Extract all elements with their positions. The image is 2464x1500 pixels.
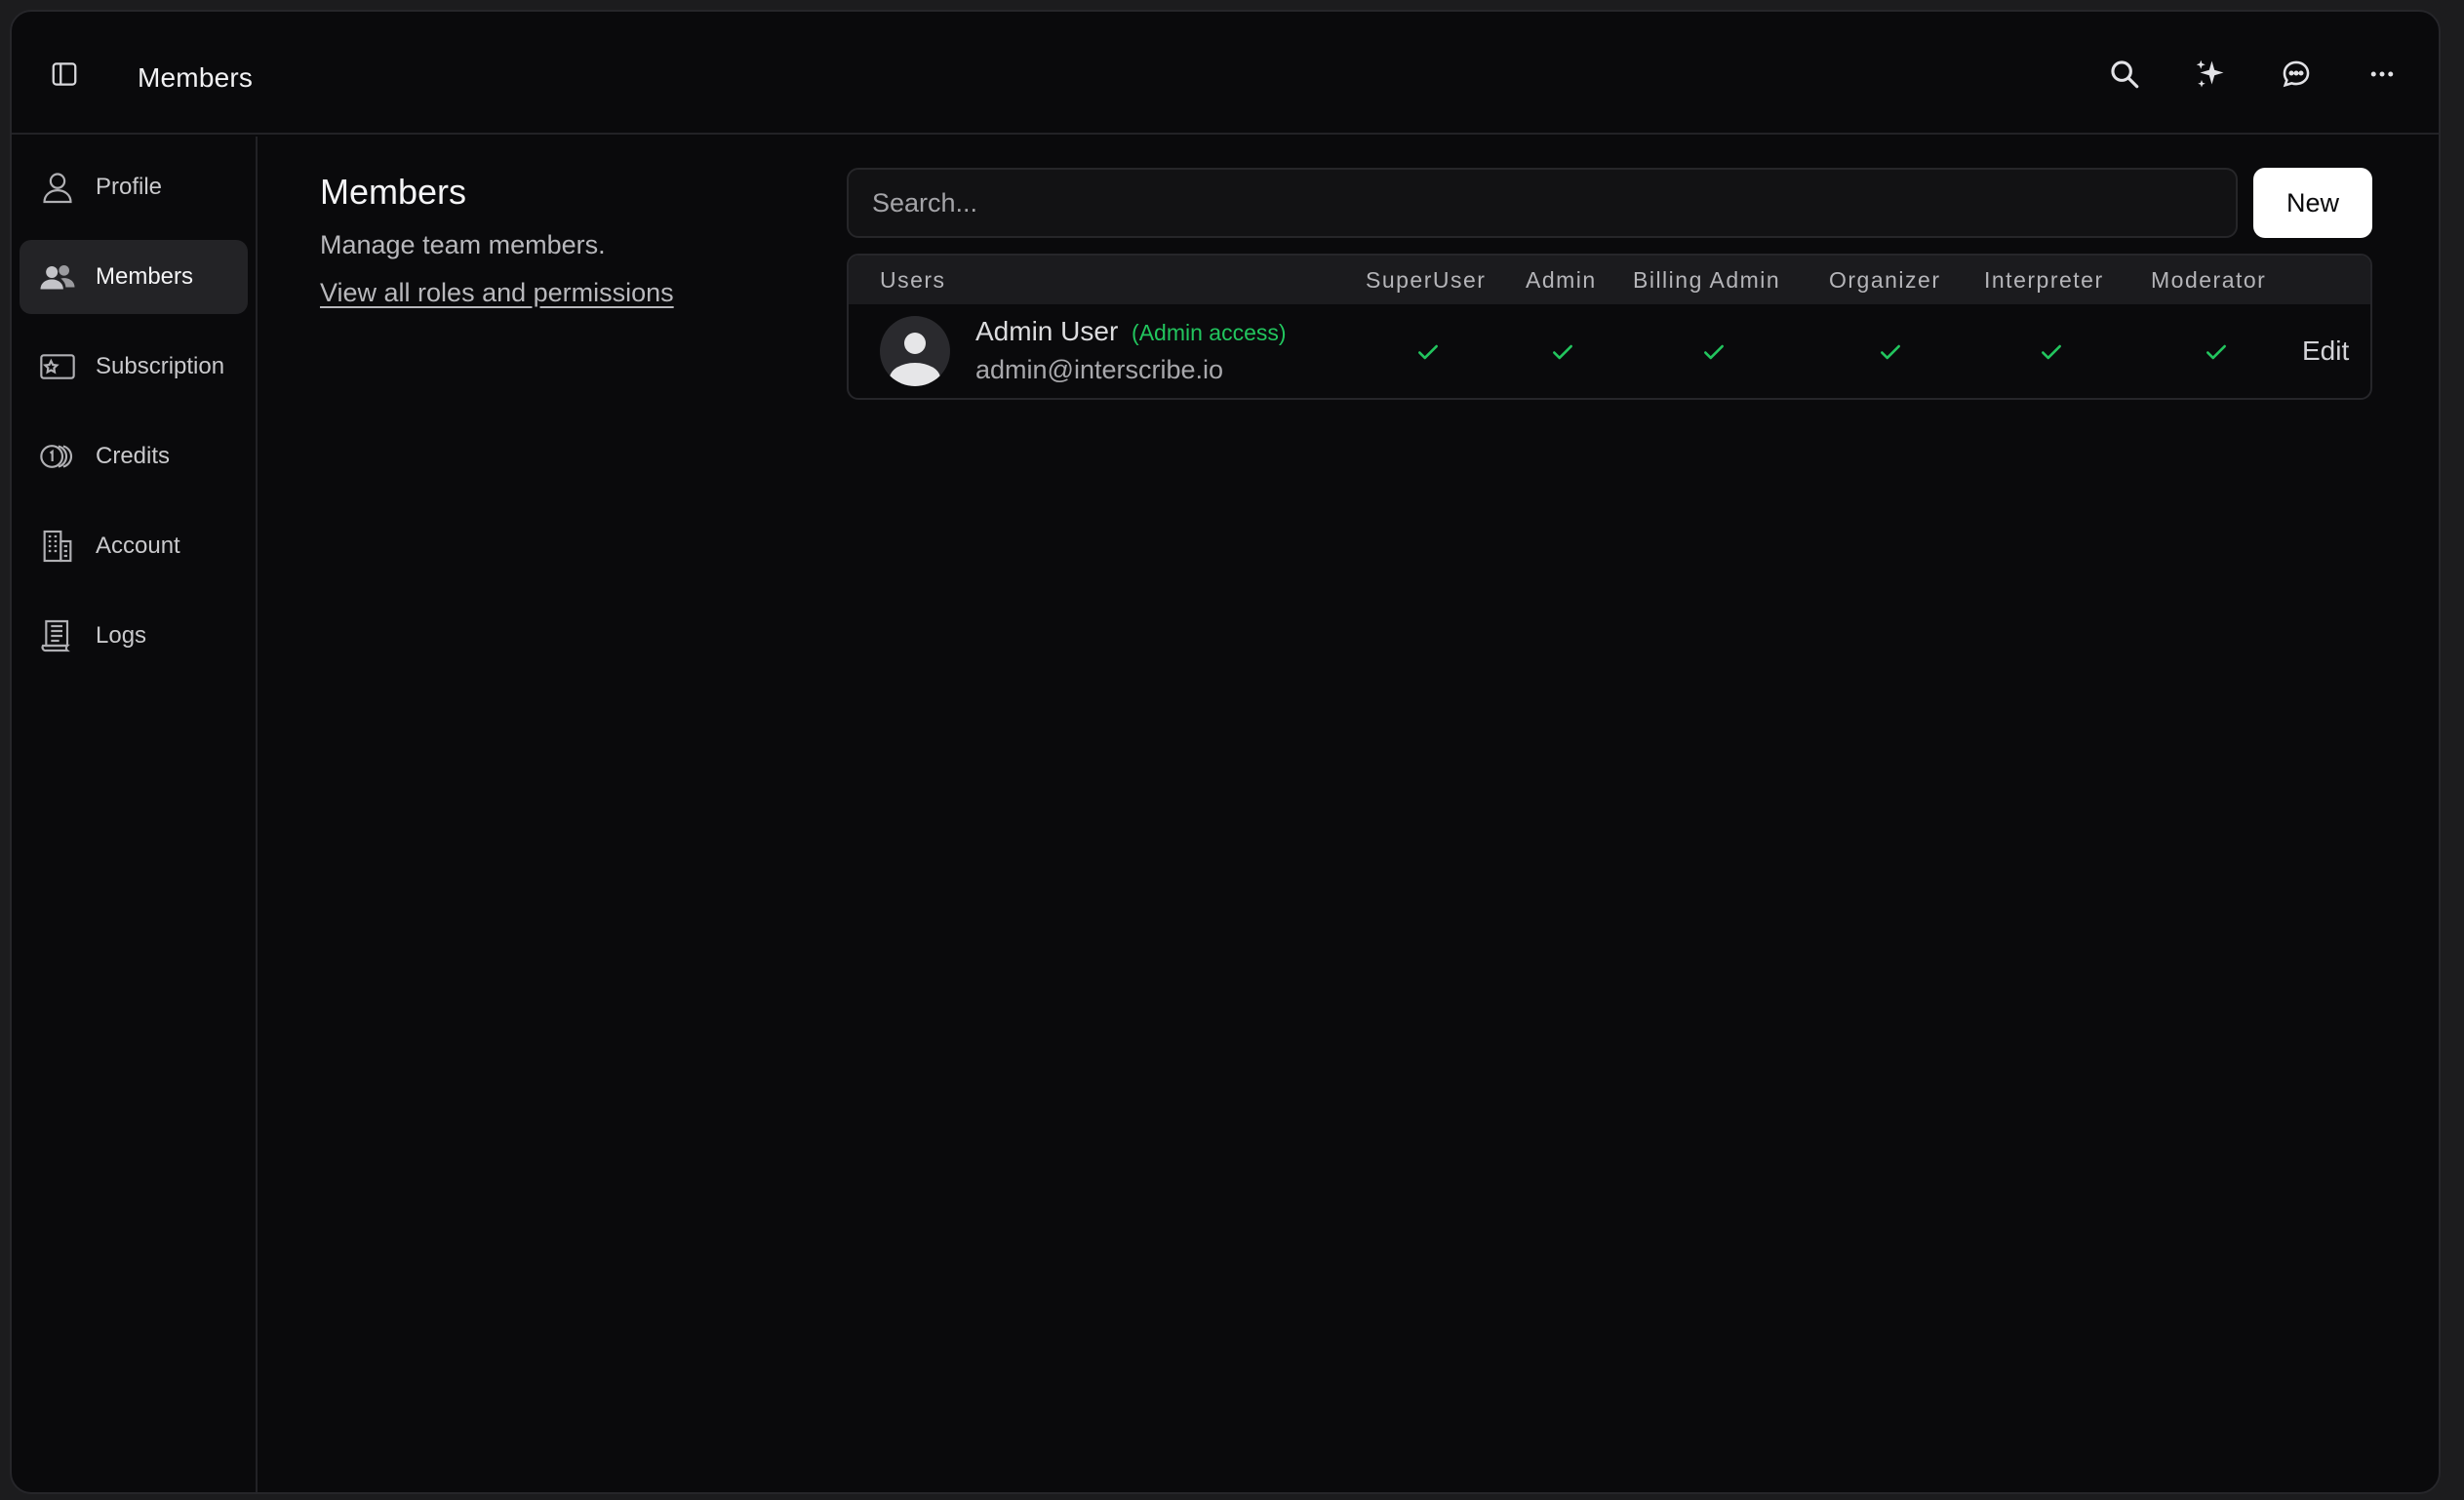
sidebar-item-profile[interactable]: Profile [20, 150, 248, 224]
log-scroll-icon [37, 615, 78, 656]
roles-permissions-link[interactable]: View all roles and permissions [320, 278, 674, 308]
column-header-interpreter[interactable]: Interpreter [1984, 267, 2104, 294]
sidebar-item-subscription[interactable]: Subscription [20, 330, 248, 404]
column-header-admin[interactable]: Admin [1526, 267, 1597, 294]
edit-member-button[interactable]: Edit [2302, 336, 2349, 367]
billing-admin-check-icon [1704, 344, 1724, 360]
sidebar-item-logs[interactable]: Logs [20, 599, 248, 673]
column-header-users[interactable]: Users [880, 267, 946, 294]
page-description: Manage team members. [320, 230, 606, 259]
user-email: admin@interscribe.io [975, 355, 1224, 384]
settings-sidebar: Profile Members Subscription Credits Acc… [12, 137, 258, 1492]
search-input[interactable] [847, 168, 2238, 238]
sidebar-item-label: Account [96, 533, 180, 559]
sidebar-item-label: Subscription [96, 353, 225, 379]
sidebar-item-label: Logs [96, 622, 147, 649]
column-header-billing-admin[interactable]: Billing Admin [1633, 267, 1780, 294]
more-icon[interactable] [2363, 55, 2402, 94]
sidebar-item-label: Members [96, 263, 194, 290]
table-row[interactable]: Admin User (Admin access) admin@interscr… [849, 304, 2370, 398]
moderator-check-icon [2206, 344, 2226, 360]
column-header-moderator[interactable]: Moderator [2151, 267, 2266, 294]
app-window: Members Profile Members Subscription Cre… [10, 10, 2441, 1494]
sidebar-item-label: Profile [96, 174, 163, 200]
page-title: Members [320, 172, 467, 212]
new-member-button[interactable]: New [2253, 168, 2372, 238]
superuser-check-icon [1418, 344, 1438, 360]
column-header-organizer[interactable]: Organizer [1829, 267, 1940, 294]
top-bar: Members [12, 12, 2439, 135]
admin-access-badge: (Admin access) [1132, 320, 1287, 345]
user-name-text: Admin User [975, 316, 1119, 346]
avatar [880, 316, 950, 386]
sidebar-item-credits[interactable]: Credits [20, 419, 248, 493]
search-icon[interactable] [2105, 55, 2144, 94]
users-icon [37, 257, 78, 297]
table-header: Users SuperUser Admin Billing Admin Orga… [849, 256, 2370, 304]
interpreter-check-icon [2042, 344, 2061, 360]
column-header-superuser[interactable]: SuperUser [1366, 267, 1486, 294]
organizer-check-icon [1881, 344, 1900, 360]
members-table: Users SuperUser Admin Billing Admin Orga… [847, 254, 2372, 400]
chat-icon[interactable] [2277, 55, 2316, 94]
sidebar-toggle-icon[interactable] [47, 57, 82, 92]
building-icon [37, 526, 78, 567]
admin-check-icon [1553, 344, 1572, 360]
sidebar-item-members[interactable]: Members [20, 240, 248, 314]
members-intro: Members Manage team members. View all ro… [320, 172, 674, 308]
sidebar-item-label: Credits [96, 443, 171, 469]
window-title: Members [138, 62, 254, 93]
user-name: Admin User (Admin access) [975, 316, 1287, 347]
coins-icon [37, 436, 78, 477]
sparkles-icon[interactable] [2191, 55, 2230, 94]
user-icon [37, 167, 78, 208]
top-bar-actions [2105, 55, 2402, 94]
sidebar-item-account[interactable]: Account [20, 509, 248, 583]
star-card-icon [37, 346, 78, 387]
